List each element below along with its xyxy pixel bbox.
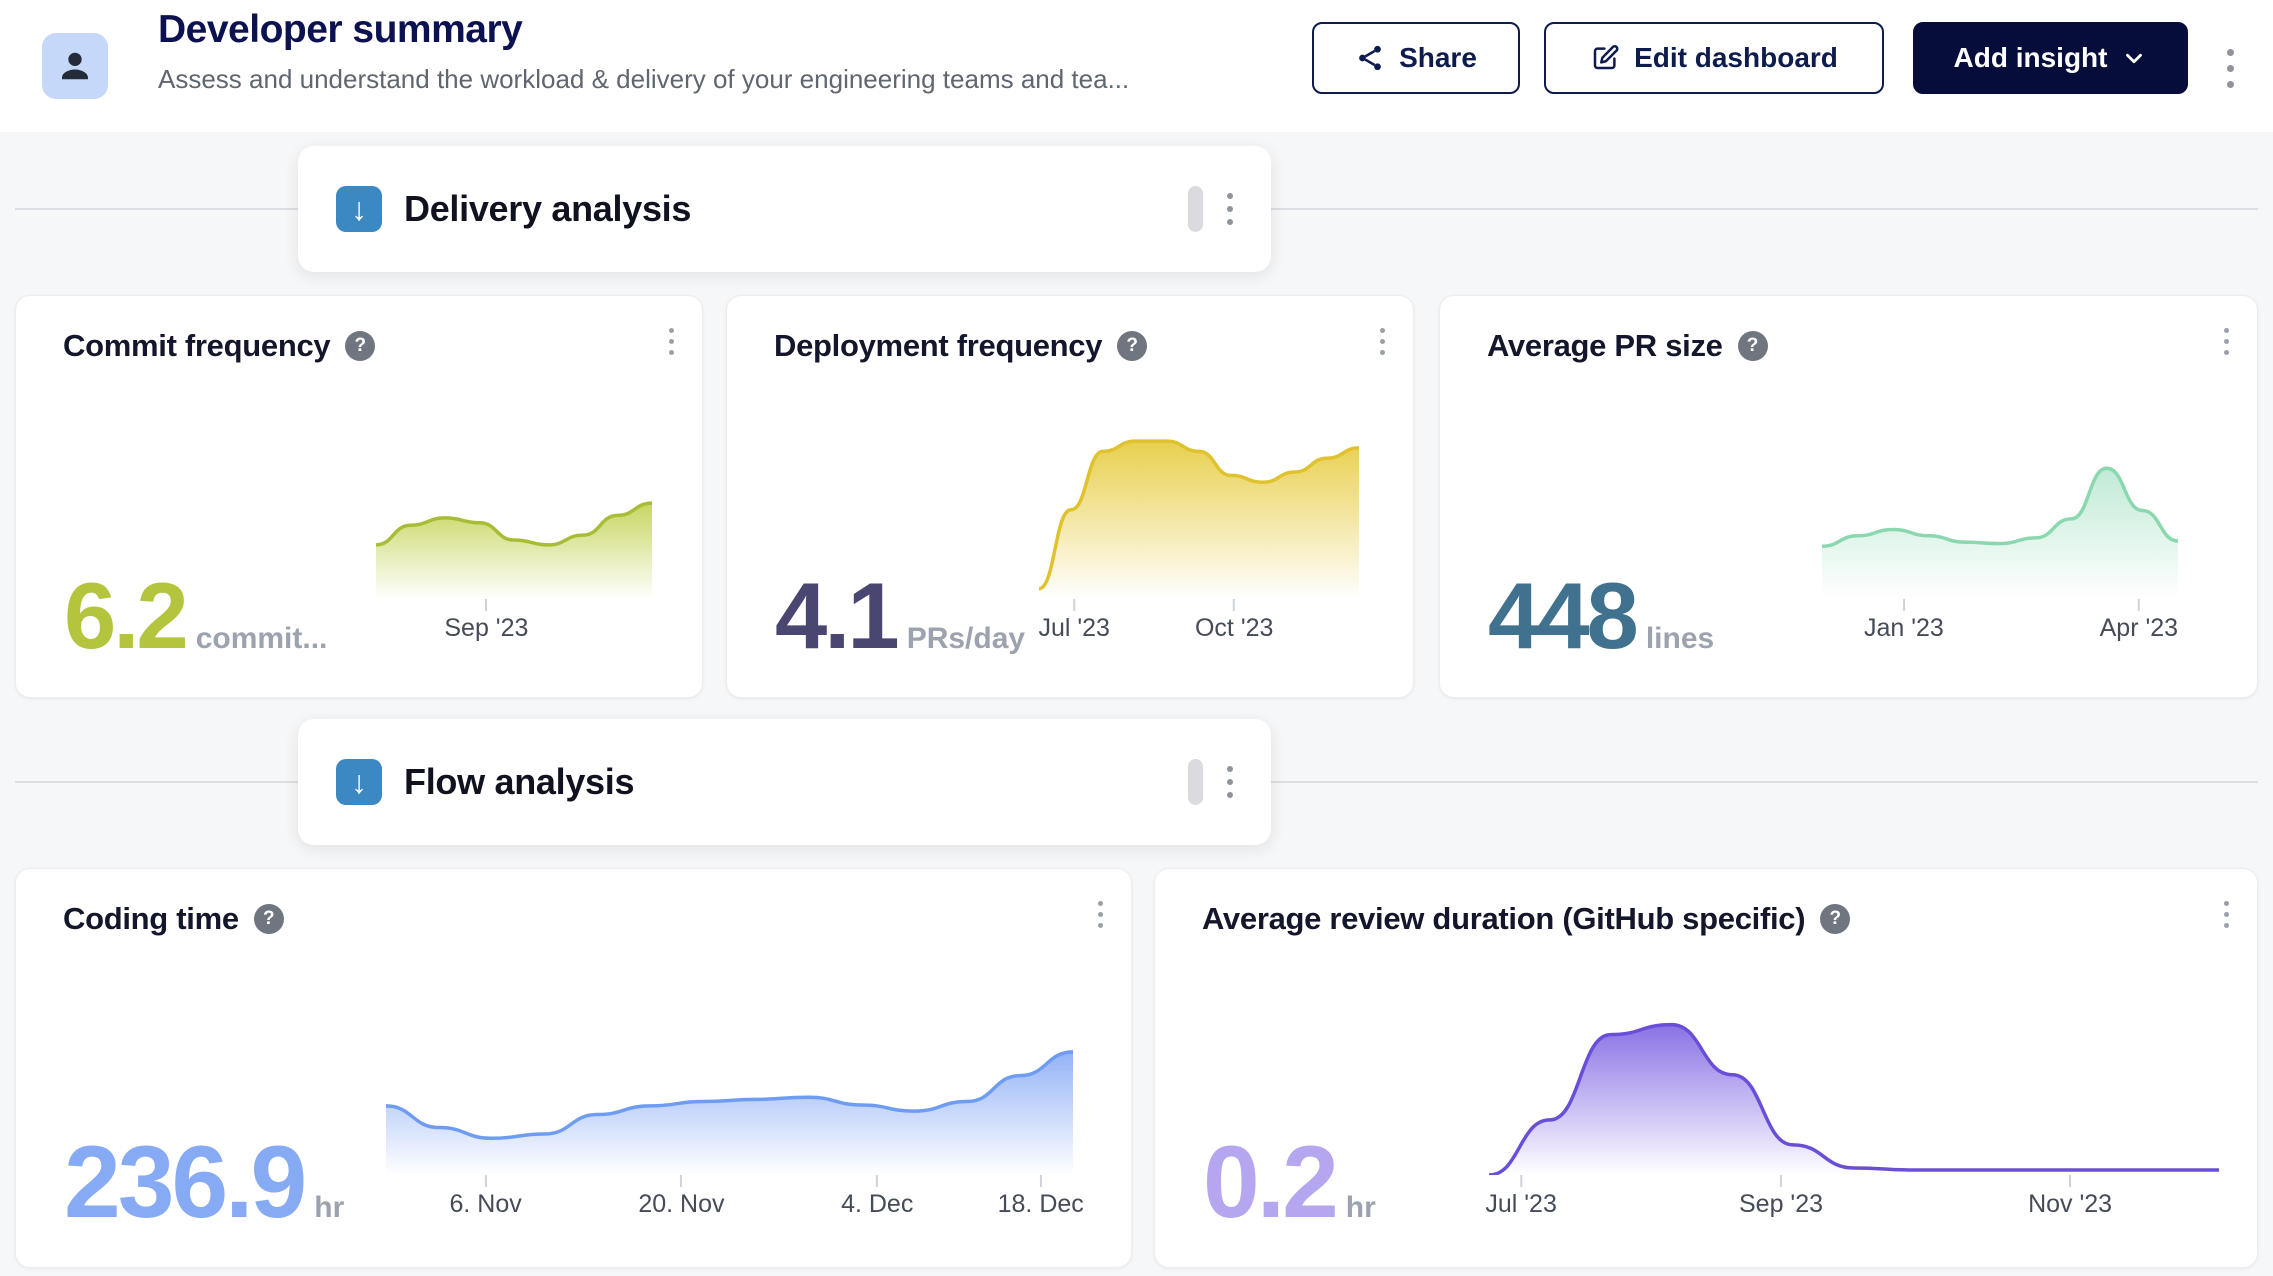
metric-unit: lines	[1646, 622, 1714, 656]
share-icon	[1355, 43, 1385, 73]
section-kebab-menu[interactable]	[1227, 766, 1233, 798]
commit-frequency-chart	[376, 497, 652, 599]
section-controls	[1188, 759, 1233, 805]
x-axis-ticks: Jan '23Apr '23	[1822, 599, 2178, 645]
add-insight-button-label: Add insight	[1954, 42, 2108, 74]
x-axis-ticks: 6. Nov20. Nov4. Dec18. Dec	[386, 1175, 1073, 1221]
metric-value: 6.2 commit...	[64, 569, 327, 663]
card-deployment-frequency: Deployment frequency 4.1 PRs/day Jul '23…	[726, 295, 1414, 698]
section-controls	[1188, 186, 1233, 232]
metric-unit: commit...	[196, 622, 328, 656]
help-icon[interactable]	[1117, 331, 1147, 361]
page-title: Developer summary	[158, 8, 1288, 52]
dashboard-page: Developer summary Assess and understand …	[0, 0, 2273, 1276]
edit-dashboard-button-label: Edit dashboard	[1634, 42, 1838, 74]
section-delivery-analysis: ↓ Delivery analysis	[298, 146, 1271, 272]
help-icon[interactable]	[254, 904, 284, 934]
card-kebab-menu[interactable]	[2224, 901, 2229, 928]
card-kebab-menu[interactable]	[2224, 328, 2229, 355]
drag-handle[interactable]	[1188, 759, 1203, 805]
metric-value: 0.2 hr	[1203, 1131, 1376, 1233]
add-insight-button[interactable]: Add insight	[1913, 22, 2188, 94]
section-flow-analysis: ↓ Flow analysis	[298, 719, 1271, 845]
coding-time-chart	[386, 1044, 1073, 1175]
help-icon[interactable]	[345, 331, 375, 361]
metric-number: 236.9	[64, 1131, 304, 1233]
help-icon[interactable]	[1820, 904, 1850, 934]
down-arrow-emoji-icon: ↓	[336, 759, 382, 805]
x-axis-ticks: Jul '23Oct '23	[1039, 599, 1359, 645]
edit-icon	[1590, 43, 1620, 73]
deployment-frequency-chart	[1039, 431, 1359, 599]
share-button[interactable]: Share	[1312, 22, 1520, 94]
chart-area: 6. Nov20. Nov4. Dec18. Dec	[386, 1044, 1073, 1221]
metric-value: 236.9 hr	[64, 1131, 344, 1233]
metric-unit: PRs/day	[907, 622, 1025, 656]
metric-number: 4.1	[775, 569, 897, 663]
chart-area: Jul '23Oct '23	[1039, 431, 1359, 645]
section-title: Delivery analysis	[404, 188, 691, 230]
card-average-pr-size: Average PR size 448 lines Jan '23Apr '23	[1439, 295, 2258, 698]
metric-number: 6.2	[64, 569, 186, 663]
average-review-duration-chart	[1489, 1015, 2219, 1175]
card-kebab-menu[interactable]	[1098, 901, 1103, 928]
share-button-label: Share	[1399, 42, 1477, 74]
card-average-review-duration: Average review duration (GitHub specific…	[1154, 868, 2258, 1268]
page-header: Developer summary Assess and understand …	[0, 0, 2273, 132]
edit-dashboard-button[interactable]: Edit dashboard	[1544, 22, 1884, 94]
card-kebab-menu[interactable]	[1380, 328, 1385, 355]
metric-number: 448	[1488, 569, 1636, 663]
dashboard-avatar	[42, 33, 108, 99]
chevron-down-icon	[2121, 45, 2147, 71]
metric-unit: hr	[314, 1191, 344, 1225]
x-axis-ticks: Sep '23	[376, 599, 652, 645]
card-kebab-menu[interactable]	[669, 328, 674, 355]
down-arrow-emoji-icon: ↓	[336, 186, 382, 232]
metric-number: 0.2	[1203, 1131, 1336, 1233]
chart-area: Jul '23Sep '23Nov '23	[1489, 1015, 2219, 1221]
metric-unit: hr	[1346, 1191, 1376, 1225]
card-title: Average review duration (GitHub specific…	[1202, 901, 1805, 937]
page-subtitle: Assess and understand the workload & del…	[158, 64, 1288, 95]
card-title: Average PR size	[1487, 328, 1723, 364]
help-icon[interactable]	[1738, 331, 1768, 361]
card-title: Deployment frequency	[774, 328, 1102, 364]
metric-value: 448 lines	[1488, 569, 1714, 663]
x-axis-ticks: Jul '23Sep '23Nov '23	[1489, 1175, 2219, 1221]
header-kebab-menu[interactable]	[2218, 30, 2242, 106]
drag-handle[interactable]	[1188, 186, 1203, 232]
chart-area: Sep '23	[376, 497, 652, 645]
header-text: Developer summary Assess and understand …	[158, 8, 1288, 95]
average-pr-size-chart	[1822, 460, 2178, 599]
person-icon	[56, 47, 94, 85]
chart-area: Jan '23Apr '23	[1822, 460, 2178, 645]
card-commit-frequency: Commit frequency 6.2 commit... Sep '23	[15, 295, 703, 698]
card-title: Commit frequency	[63, 328, 330, 364]
card-coding-time: Coding time 236.9 hr 6. Nov20. Nov4. Dec…	[15, 868, 1132, 1268]
section-kebab-menu[interactable]	[1227, 193, 1233, 225]
card-title: Coding time	[63, 901, 239, 937]
section-title: Flow analysis	[404, 761, 634, 803]
metric-value: 4.1 PRs/day	[775, 569, 1025, 663]
